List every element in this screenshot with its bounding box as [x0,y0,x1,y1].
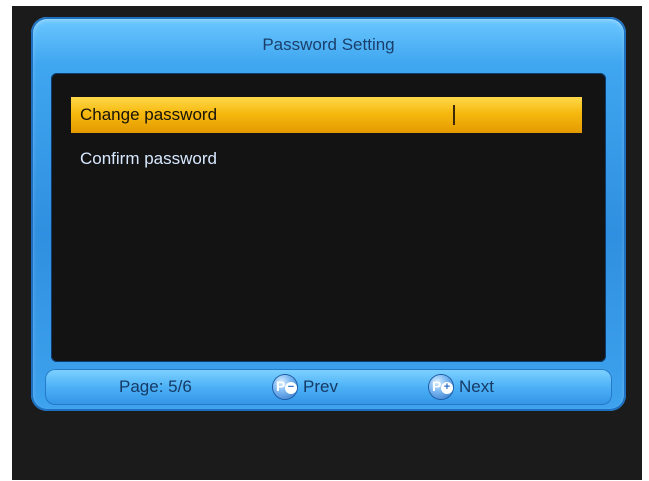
confirm-password-row[interactable]: Confirm password [71,141,582,177]
confirm-password-label: Confirm password [80,149,217,168]
change-password-row[interactable]: Change password [71,97,582,133]
text-cursor [453,105,455,125]
page-indicator: Page: 5/6 [119,377,192,396]
prev-label[interactable]: Prev [303,369,338,405]
next-label[interactable]: Next [459,369,494,405]
dialog-title: Password Setting [262,35,395,54]
footer-bar: Page: 5/6 P − Prev P + Next [45,369,612,405]
password-setting-dialog: Password Setting Change password Confirm… [31,17,626,411]
page-minus-icon[interactable]: P − [273,375,297,399]
change-password-label: Change password [80,105,218,124]
page-plus-icon[interactable]: P + [429,375,453,399]
tv-screen: Password Setting Change password Confirm… [12,6,642,480]
password-fields-panel: Change password Confirm password [51,73,606,362]
